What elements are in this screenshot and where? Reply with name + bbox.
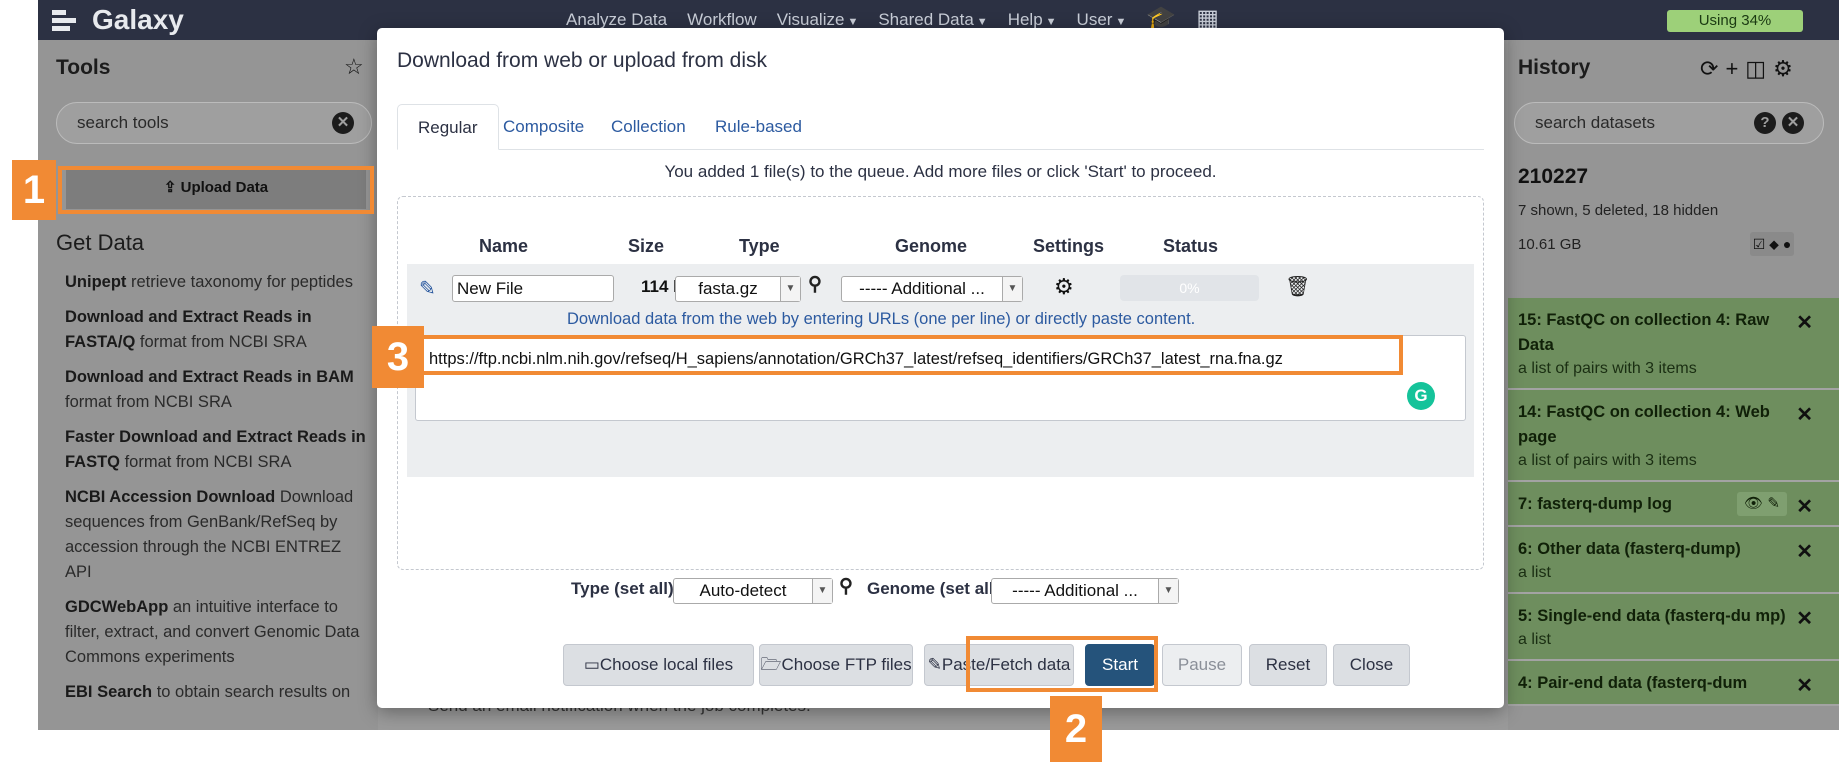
tool-link-ebi-search[interactable]: EBI Search to obtain search results on bbox=[65, 680, 369, 705]
galaxy-logo-icon bbox=[52, 8, 78, 32]
dialog-title: Download from web or upload from disk bbox=[397, 49, 768, 72]
file-name-input[interactable]: New File bbox=[452, 275, 614, 302]
history-summary: 7 shown, 5 deleted, 18 hidden bbox=[1518, 202, 1719, 219]
caret-down-icon: ▼ bbox=[1115, 16, 1127, 28]
chevron-down-icon: ▼ bbox=[780, 277, 800, 301]
dataset-item[interactable]: 5: Single-end data (fasterq-du mp) a list… bbox=[1508, 594, 1839, 661]
annotation-badge-2: 2 bbox=[1050, 696, 1102, 762]
gear-icon[interactable]: ⚙ bbox=[1773, 56, 1800, 81]
tool-link-ncbi-accession[interactable]: NCBI Accession Download Download sequenc… bbox=[65, 485, 369, 585]
close-button[interactable]: Close bbox=[1333, 644, 1410, 686]
type-set-all-label: Type (set all): bbox=[571, 579, 680, 598]
column-size: Size bbox=[628, 236, 665, 256]
laptop-icon: ▭ bbox=[583, 655, 600, 674]
paste-hint: Download data from the web by entering U… bbox=[567, 310, 1196, 328]
search-icon[interactable]: ⚲ bbox=[839, 575, 853, 598]
clear-search-icon[interactable]: ✕ bbox=[1782, 112, 1804, 134]
highlight-paste-fetch bbox=[966, 636, 1158, 692]
genome-select[interactable]: ----- Additional ... ▼ bbox=[841, 276, 1023, 302]
tool-link-unipept[interactable]: Unipept retrieve taxonomy for peptides bbox=[65, 270, 369, 295]
history-name[interactable]: 210227 bbox=[1518, 165, 1588, 189]
upload-progress-bar: 0% bbox=[1120, 275, 1259, 301]
eye-icon[interactable]: 👁 ✎ bbox=[1737, 492, 1787, 516]
delete-icon[interactable]: ✕ bbox=[1796, 539, 1813, 564]
delete-icon[interactable]: ✕ bbox=[1796, 673, 1813, 698]
history-actions[interactable]: ☑ ⬥ ● bbox=[1750, 232, 1794, 256]
delete-icon[interactable]: ✕ bbox=[1796, 606, 1813, 631]
column-type: Type bbox=[739, 236, 780, 256]
history-toolbar: ⟳+◫⚙ bbox=[1700, 56, 1800, 82]
tab-composite[interactable]: Composite bbox=[483, 104, 604, 150]
columns-icon[interactable]: ◫ bbox=[1745, 56, 1773, 81]
highlight-upload-data bbox=[58, 166, 374, 214]
tab-rule-based[interactable]: Rule-based bbox=[695, 104, 822, 150]
caret-down-icon: ▼ bbox=[976, 16, 988, 28]
tool-panel: Tools ☆ search tools ✕ ⇪ Upload Data Get… bbox=[38, 40, 378, 730]
genome-set-all-select[interactable]: ----- Additional ... ▼ bbox=[991, 578, 1179, 604]
dataset-list: 15: FastQC on collection 4: Raw Data a li… bbox=[1508, 298, 1839, 706]
reset-button[interactable]: Reset bbox=[1249, 644, 1327, 686]
column-genome: Genome bbox=[895, 236, 968, 256]
edit-icon[interactable]: ✎ bbox=[419, 276, 436, 301]
caret-down-icon: ▼ bbox=[1045, 16, 1057, 28]
folder-open-icon: 🗁 bbox=[760, 655, 782, 674]
column-settings: Settings bbox=[1033, 236, 1105, 256]
delete-icon[interactable]: ✕ bbox=[1796, 402, 1813, 427]
dataset-item[interactable]: 7: fasterq-dump log 👁 ✎ ✕ bbox=[1508, 482, 1839, 527]
history-panel-title: History bbox=[1518, 56, 1591, 79]
galaxy-app: Galaxy Analyze Data Workflow Visualize ▼ … bbox=[38, 0, 1839, 730]
chevron-down-icon: ▼ bbox=[1158, 579, 1178, 603]
trash-icon[interactable]: 🗑 bbox=[1285, 274, 1310, 299]
choose-local-files-button[interactable]: ▭Choose local files bbox=[563, 644, 754, 686]
grammarly-icon[interactable]: G bbox=[1407, 382, 1435, 410]
history-search-input[interactable]: search datasets bbox=[1514, 102, 1824, 144]
clear-search-icon[interactable]: ✕ bbox=[332, 112, 354, 134]
tool-link-sra-fastq[interactable]: Download and Extract Reads in FASTA/Q fo… bbox=[65, 305, 369, 355]
delete-icon[interactable]: ✕ bbox=[1796, 310, 1813, 335]
dataset-item[interactable]: 4: Pair-end data (fasterq-dum ✕ bbox=[1508, 661, 1839, 706]
tool-list: Unipept retrieve taxonomy for peptides D… bbox=[65, 270, 369, 715]
upload-tabs: Regular Composite Collection Rule-based bbox=[397, 104, 1484, 150]
file-type-select[interactable]: fasta.gz ▼ bbox=[675, 276, 801, 302]
chevron-down-icon: ▼ bbox=[1002, 277, 1022, 301]
dataset-item[interactable]: 14: FastQC on collection 4: Web page a li… bbox=[1508, 390, 1839, 482]
column-status: Status bbox=[1163, 236, 1219, 256]
caret-down-icon: ▼ bbox=[847, 16, 859, 28]
brand-label: Galaxy bbox=[92, 4, 184, 35]
annotation-badge-1: 1 bbox=[12, 160, 56, 220]
genome-set-all-label: Genome (set all): bbox=[867, 579, 1005, 598]
galaxy-brand[interactable]: Galaxy bbox=[52, 4, 184, 36]
delete-icon[interactable]: ✕ bbox=[1796, 494, 1813, 519]
column-name: Name bbox=[479, 236, 529, 256]
pause-button[interactable]: Pause bbox=[1162, 644, 1242, 686]
dataset-item[interactable]: 6: Other data (fasterq-dump) a list ✕ bbox=[1508, 527, 1839, 594]
highlight-url bbox=[391, 335, 1403, 375]
tool-link-gdcwebapp[interactable]: GDCWebApp an intuitive interface to filt… bbox=[65, 595, 369, 670]
tool-search-input[interactable]: search tools bbox=[56, 102, 372, 144]
history-panel: History ⟳+◫⚙ search datasets ? ✕ 210227 … bbox=[1508, 40, 1839, 730]
tool-link-sra-bam[interactable]: Download and Extract Reads in BAM format… bbox=[65, 365, 369, 415]
type-set-all-select[interactable]: Auto-detect ▼ bbox=[673, 578, 833, 604]
tool-panel-title: Tools bbox=[56, 56, 111, 79]
edit-icon: ✎ bbox=[927, 655, 942, 674]
tab-collection[interactable]: Collection bbox=[591, 104, 706, 150]
help-icon[interactable]: ? bbox=[1754, 112, 1776, 134]
annotation-badge-3: 3 bbox=[372, 326, 424, 388]
search-icon[interactable]: ⚲ bbox=[808, 273, 822, 296]
plus-icon[interactable]: + bbox=[1725, 56, 1745, 81]
history-size: 10.61 GB bbox=[1518, 236, 1582, 253]
quota-meter[interactable]: Using 34% bbox=[1667, 10, 1803, 32]
dataset-item[interactable]: 15: FastQC on collection 4: Raw Data a li… bbox=[1508, 298, 1839, 390]
refresh-icon[interactable]: ⟳ bbox=[1700, 56, 1725, 81]
star-icon[interactable]: ☆ bbox=[344, 54, 364, 80]
gear-icon[interactable]: ⚙ bbox=[1054, 274, 1074, 300]
queue-message: You added 1 file(s) to the queue. Add mo… bbox=[664, 162, 1217, 181]
chevron-down-icon: ▼ bbox=[812, 579, 832, 603]
tool-link-faster-download[interactable]: Faster Download and Extract Reads in FAS… bbox=[65, 425, 369, 475]
choose-ftp-files-button[interactable]: 🗁Choose FTP files bbox=[759, 644, 913, 686]
get-data-section-title: Get Data bbox=[56, 230, 145, 255]
